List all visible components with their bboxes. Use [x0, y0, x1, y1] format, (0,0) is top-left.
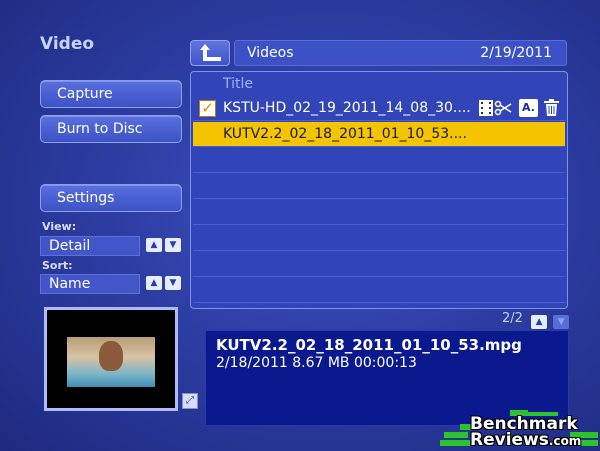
back-arrow-icon [200, 44, 221, 61]
watermark-line2: Reviews [470, 430, 549, 450]
empty-row [193, 200, 565, 225]
item-checkbox[interactable]: ✓ [199, 100, 216, 117]
empty-row [193, 174, 565, 199]
sort-down-icon[interactable]: ▼ [165, 276, 181, 290]
details-meta: 2/18/2011 8.67 MB 00:00:13 [216, 355, 417, 371]
header-date: 2/19/2011 [480, 45, 552, 61]
video-list: Title ✓ KSTU-HD_02_19_2011_14_08_30.... … [190, 71, 568, 309]
expand-preview-icon[interactable]: ⤢ [182, 393, 198, 409]
settings-button[interactable]: Settings [40, 184, 182, 212]
video-thumbnail[interactable] [44, 307, 178, 411]
capture-button[interactable]: Capture [40, 80, 182, 108]
watermark-suffix: .com [548, 434, 582, 448]
list-item[interactable]: ✓ KSTU-HD_02_19_2011_14_08_30.... A. [193, 96, 565, 121]
view-select[interactable]: Detail [40, 236, 140, 256]
watermark-logo: Benchmark Reviews.com [440, 402, 598, 450]
folder-header: Videos 2/19/2011 [234, 40, 567, 66]
empty-row [193, 148, 565, 173]
empty-row [193, 226, 565, 251]
item-title: KUTV2.2_02_18_2011_01_10_53.... [223, 126, 467, 142]
view-label: View: [42, 220, 77, 233]
sort-label: Sort: [42, 259, 73, 272]
empty-row [193, 278, 565, 303]
details-filename: KUTV2.2_02_18_2011_01_10_53.mpg [216, 336, 522, 354]
page-counter: 2/2 ▲ ▼ [502, 311, 570, 329]
list-item-selected[interactable]: KUTV2.2_02_18_2011_01_10_53.... [193, 122, 565, 147]
view-up-icon[interactable]: ▲ [146, 238, 162, 252]
empty-row [193, 252, 565, 277]
thumbnail-image [67, 337, 155, 387]
page-down-icon[interactable]: ▼ [553, 315, 570, 329]
text-edit-icon[interactable]: A. [519, 99, 538, 117]
item-title: KSTU-HD_02_19_2011_14_08_30.... [223, 100, 471, 116]
sort-select[interactable]: Name [40, 274, 140, 294]
back-button[interactable] [190, 40, 230, 66]
sort-up-icon[interactable]: ▲ [146, 276, 162, 290]
page-counter-text: 2/2 [502, 311, 523, 326]
page-up-icon[interactable]: ▲ [531, 315, 548, 329]
burn-to-disc-button[interactable]: Burn to Disc [40, 115, 182, 143]
column-header-title[interactable]: Title [223, 76, 253, 92]
view-down-icon[interactable]: ▼ [165, 238, 181, 252]
folder-name: Videos [247, 45, 294, 61]
film-scissors-icon[interactable] [479, 99, 513, 117]
page-title: Video [40, 34, 95, 54]
trash-icon[interactable] [542, 99, 561, 117]
